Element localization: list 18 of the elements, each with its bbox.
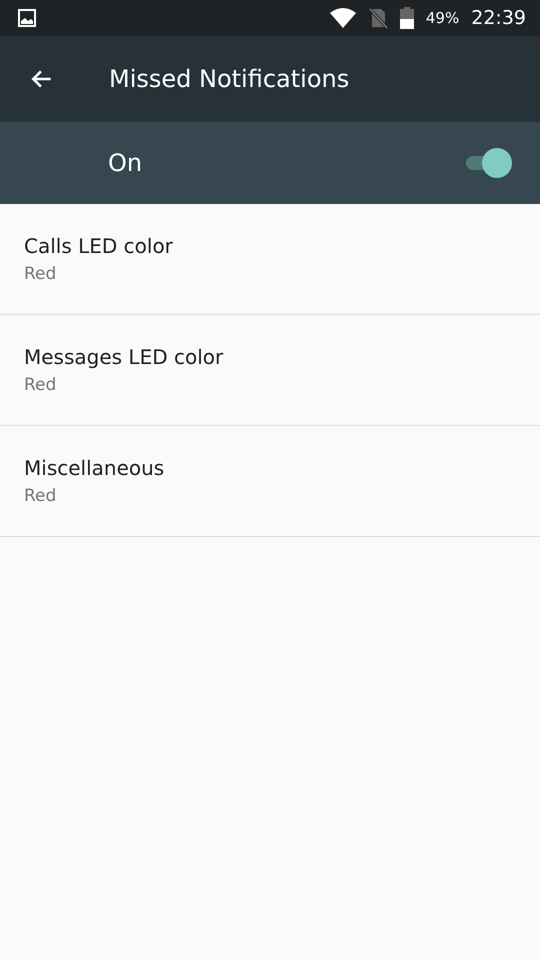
wifi-icon [330, 8, 356, 28]
setting-value: Red [24, 264, 58, 284]
setting-title: Miscellaneous [24, 456, 166, 480]
screen-title: Missed Notifications [109, 65, 350, 93]
battery-icon [400, 7, 414, 29]
image-icon [18, 9, 36, 27]
battery-percent: 49% [426, 9, 460, 27]
no-sim-icon [368, 7, 388, 29]
setting-title: Calls LED color [24, 234, 174, 258]
clock-time: 22:39 [471, 7, 526, 29]
setting-row[interactable]: Calls LED color Red [0, 204, 540, 315]
switch-label: On [108, 149, 142, 177]
setting-row[interactable]: Messages LED color Red [0, 315, 540, 426]
setting-value: Red [24, 375, 58, 395]
master-toggle[interactable] [464, 148, 512, 178]
setting-row[interactable]: Miscellaneous Red [0, 426, 540, 537]
setting-title: Messages LED color [24, 345, 224, 369]
setting-value: Red [24, 486, 58, 506]
